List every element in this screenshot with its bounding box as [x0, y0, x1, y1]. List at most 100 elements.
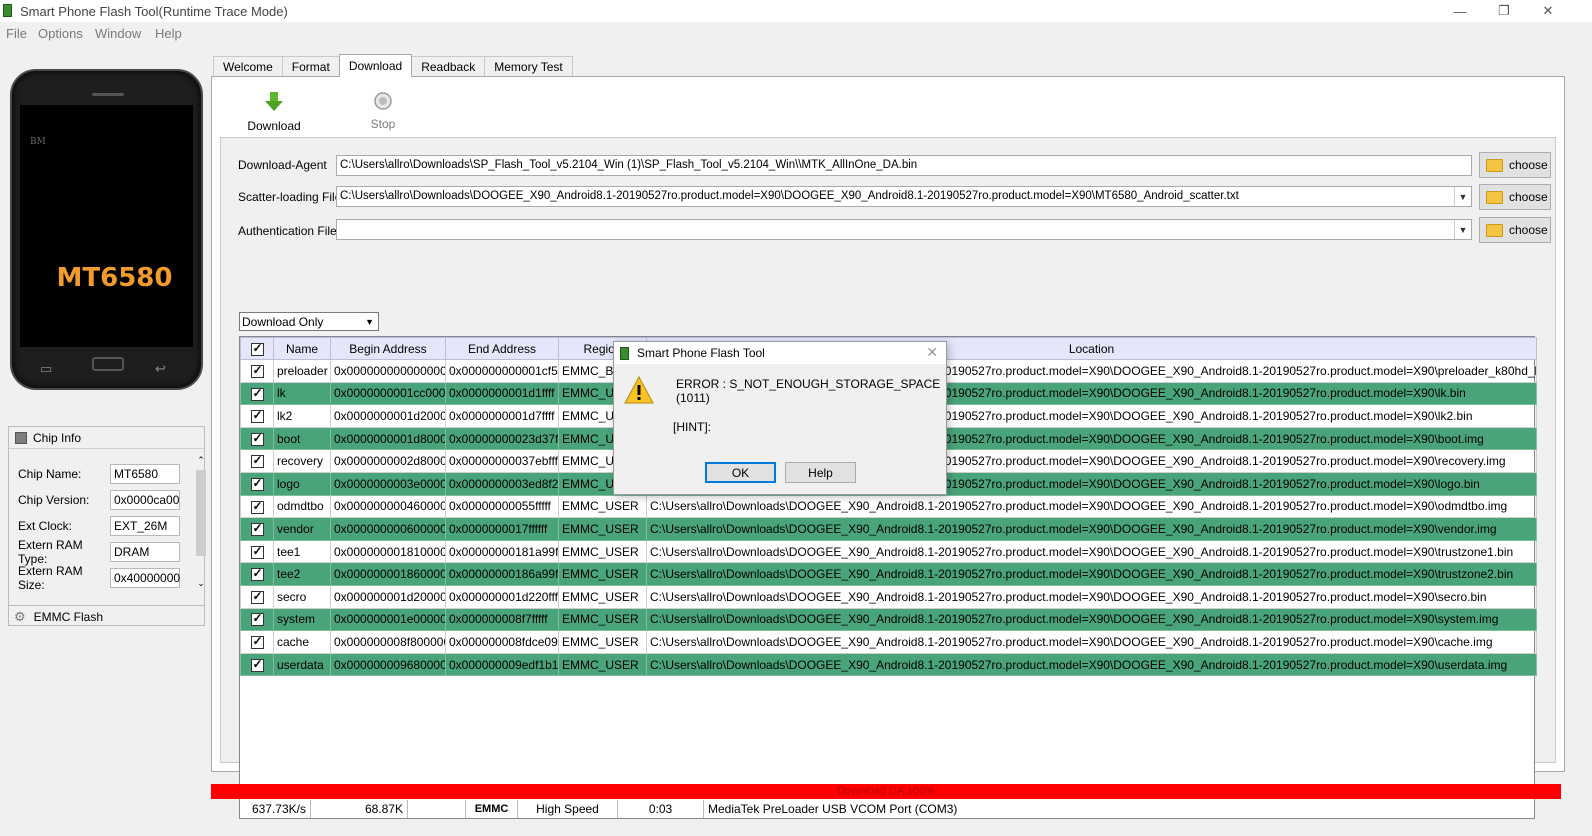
row-checkbox[interactable] — [240, 359, 274, 383]
chevron-down-icon[interactable]: ▼ — [1454, 220, 1471, 239]
row-checkbox[interactable] — [240, 517, 274, 541]
scroll-thumb[interactable] — [196, 470, 206, 556]
app-icon — [620, 346, 629, 360]
row-checkbox[interactable] — [240, 607, 274, 632]
row-checkbox[interactable] — [240, 652, 274, 677]
choose-label: choose — [1509, 158, 1548, 172]
checkbox-icon — [250, 363, 264, 378]
table-row[interactable]: tee20x00000000186000000x00000000186a99ff… — [240, 562, 1537, 586]
table-row[interactable]: secro0x000000001d2000000x000000001d220ff… — [240, 584, 1537, 609]
scatter-file-value: C:\Users\allro\Downloads\DOOGEE_X90_Andr… — [340, 190, 1239, 202]
emmc-flash-header[interactable]: ⚙ EMMC Flash — [8, 605, 205, 627]
col-name[interactable]: Name — [273, 337, 331, 360]
table-row[interactable]: vendor0x00000000060000000x0000000017ffff… — [240, 517, 1537, 541]
choose-label: choose — [1509, 223, 1548, 237]
close-icon[interactable]: ✕ — [926, 344, 938, 361]
tab-download[interactable]: Download — [338, 54, 413, 77]
begin-address-cell: 0x0000000018600000 — [330, 562, 446, 586]
progress-bar: Download DA 100% — [211, 784, 1561, 799]
row-checkbox[interactable] — [240, 584, 274, 609]
choose-auth-button[interactable]: choose — [1479, 217, 1551, 243]
end-address-cell: 0x000000001d220fff — [445, 584, 559, 609]
end-address-cell: 0x000000009edf1b1f — [445, 652, 559, 677]
scroll-up-icon[interactable]: ⌃ — [195, 455, 207, 466]
end-address-cell: 0x0000000001d7ffff — [445, 404, 559, 428]
chevron-down-icon[interactable]: ▼ — [1454, 187, 1471, 206]
table-row[interactable]: userdata0x00000000968000000x000000009edf… — [240, 652, 1537, 677]
table-row[interactable]: system0x000000001e0000000x000000008f7fff… — [240, 607, 1537, 632]
row-checkbox[interactable] — [240, 539, 274, 564]
tab-welcome[interactable]: Welcome — [213, 56, 283, 77]
row-checkbox[interactable] — [240, 630, 274, 654]
partition-name-cell: logo — [273, 471, 331, 496]
select-all-checkbox[interactable] — [240, 337, 274, 360]
col-end-address[interactable]: End Address — [445, 337, 559, 360]
dialog-title: Smart Phone Flash Tool — [637, 346, 765, 360]
phone-speaker — [92, 93, 124, 96]
auth-file-combo[interactable]: ▼ — [336, 219, 1472, 240]
end-address-cell: 0x00000000186a99ff — [445, 562, 559, 586]
partition-name-cell: vendor — [273, 517, 331, 541]
checkbox-icon — [250, 453, 264, 469]
row-checkbox[interactable] — [240, 426, 274, 451]
status-port: MediaTek PreLoader USB VCOM Port (COM3) — [708, 802, 958, 816]
location-cell: C:\Users\allro\Downloads\DOOGEE_X90_Andr… — [646, 494, 1537, 519]
menu-file[interactable]: File — [6, 26, 27, 41]
ram-type-value[interactable]: DRAM — [110, 542, 180, 562]
download-mode-select[interactable]: Download Only ▼ — [239, 312, 379, 331]
close-button[interactable]: ✕ — [1526, 0, 1570, 22]
warning-icon — [624, 376, 654, 404]
app-icon — [3, 4, 12, 17]
checkbox-icon — [250, 476, 264, 491]
partition-name-cell: recovery — [273, 449, 331, 473]
status-size: 68.87K — [311, 800, 408, 818]
status-storage: EMMC — [466, 800, 518, 818]
region-cell: EMMC_USER — [558, 630, 647, 654]
scatter-file-combo[interactable]: C:\Users\allro\Downloads\DOOGEE_X90_Andr… — [336, 186, 1472, 207]
ext-clock-value[interactable]: EXT_26M — [110, 516, 180, 536]
table-row[interactable]: odmdtbo0x00000000046000000x00000000055ff… — [240, 494, 1537, 519]
help-button[interactable]: Help — [785, 462, 856, 483]
menu-window[interactable]: Window — [95, 26, 141, 41]
ram-size-label: Extern RAM Size: — [18, 564, 83, 592]
scroll-down-icon[interactable]: ⌄ — [195, 578, 207, 589]
row-checkbox[interactable] — [240, 562, 274, 586]
chip-name-value[interactable]: MT6580 — [110, 464, 180, 484]
chip-info-header[interactable]: Chip Info — [9, 427, 204, 449]
maximize-button[interactable]: ❐ — [1482, 0, 1526, 22]
tab-format[interactable]: Format — [281, 56, 340, 77]
minimize-button[interactable]: — — [1438, 0, 1482, 22]
dialog-error-message: ERROR : S_NOT_ENOUGH_STORAGE_SPACE (1011… — [676, 377, 941, 405]
row-checkbox[interactable] — [240, 471, 274, 496]
menu-options[interactable]: Options — [38, 26, 83, 41]
dialog-title-bar: Smart Phone Flash Tool ✕ — [614, 342, 946, 364]
table-row[interactable]: tee10x00000000181000000x00000000181a99ff… — [240, 539, 1537, 564]
download-agent-field[interactable]: C:\Users\allro\Downloads\SP_Flash_Tool_v… — [336, 155, 1472, 176]
table-row[interactable]: cache0x000000008f8000000x000000008fdce09… — [240, 630, 1537, 654]
ram-size-value[interactable]: 0x40000000 — [110, 568, 180, 588]
stop-button[interactable]: Stop — [353, 91, 413, 131]
menu-key-icon: ▭ — [40, 361, 53, 376]
col-begin-address[interactable]: Begin Address — [330, 337, 446, 360]
chevron-down-icon: ▼ — [365, 317, 374, 327]
title-bar: Smart Phone Flash Tool(Runtime Trace Mod… — [0, 0, 1592, 22]
row-checkbox[interactable] — [240, 449, 274, 473]
row-checkbox[interactable] — [240, 494, 274, 519]
begin-address-cell: 0x0000000000000000 — [330, 359, 446, 383]
tab-readback[interactable]: Readback — [411, 56, 486, 77]
chip-info-panel: Chip Info Chip Name: MT6580 Chip Version… — [8, 426, 207, 626]
chip-info-scrollbar[interactable]: ⌃ ⌄ — [195, 455, 207, 597]
chip-version-value[interactable]: 0x0000ca00 — [110, 490, 180, 510]
choose-scatter-button[interactable]: choose — [1479, 184, 1551, 210]
download-button[interactable]: Download — [244, 91, 304, 133]
partition-name-cell: odmdtbo — [273, 494, 331, 519]
end-address-cell: 0x0000000003ed8f2d — [445, 471, 559, 496]
choose-download-agent-button[interactable]: choose — [1479, 152, 1551, 178]
menu-help[interactable]: Help — [155, 26, 182, 41]
row-checkbox[interactable] — [240, 381, 274, 406]
phone-screen: BM MT6580 — [20, 105, 193, 347]
row-checkbox[interactable] — [240, 404, 274, 428]
ram-type-label: Extern RAM Type: — [18, 538, 83, 566]
ok-button[interactable]: OK — [705, 462, 776, 483]
tab-memory-test[interactable]: Memory Test — [484, 56, 573, 77]
